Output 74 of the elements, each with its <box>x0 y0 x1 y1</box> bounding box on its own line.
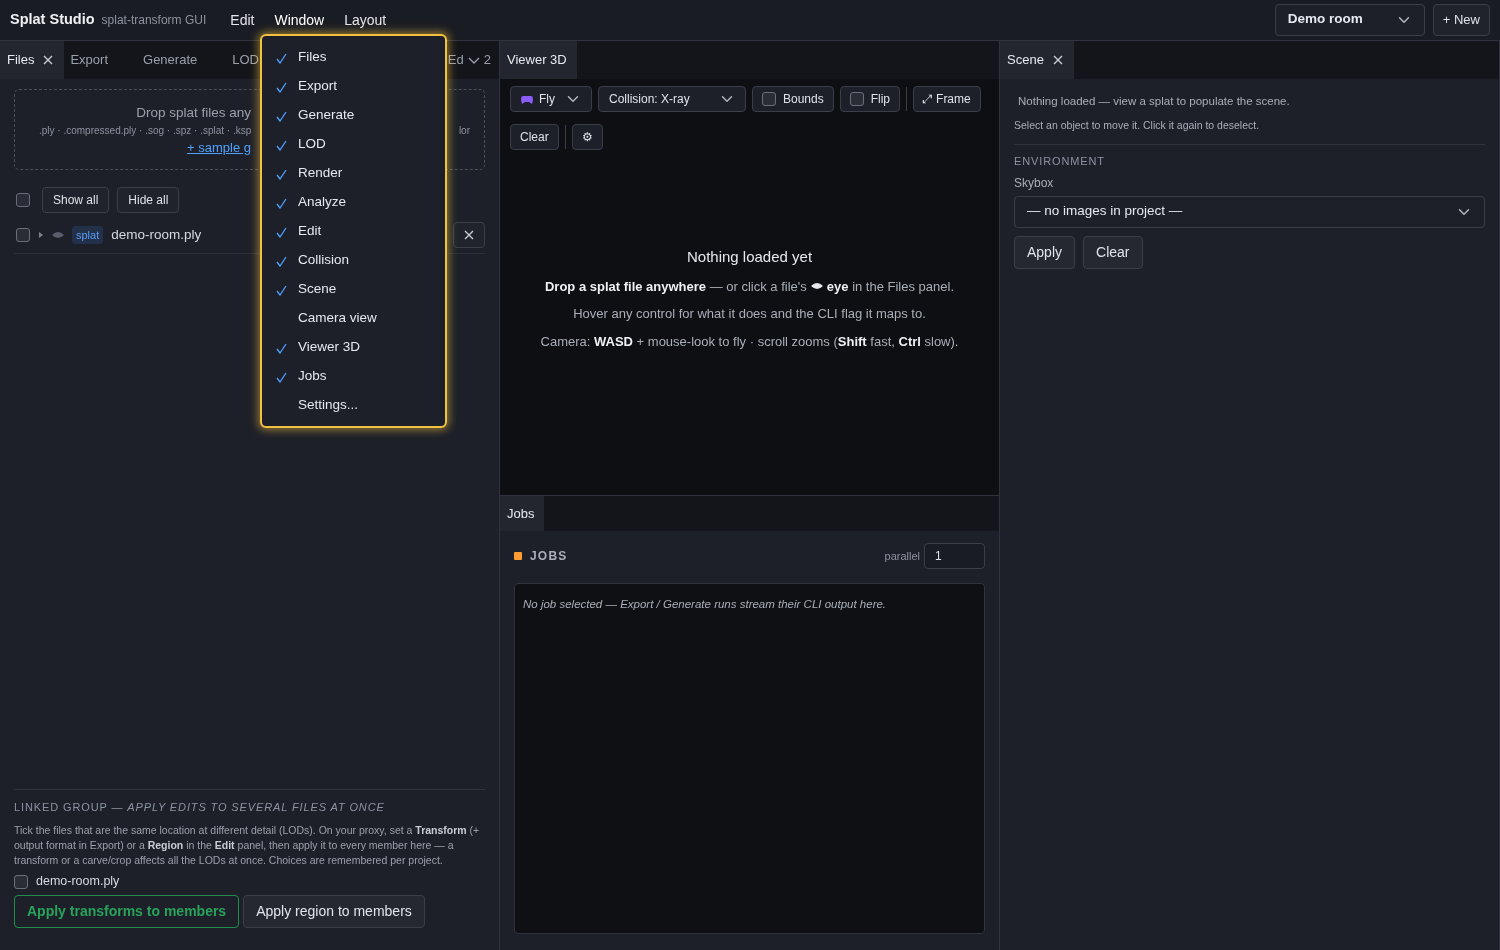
panel-tab[interactable]: Export <box>64 41 138 79</box>
overflow-count: 2 <box>483 51 491 70</box>
clear-button[interactable]: Clear <box>1083 235 1143 269</box>
panel-tab[interactable]: Viewer 3D <box>500 41 577 79</box>
settings-button[interactable]: ⚙ <box>571 124 603 150</box>
hide-all-button[interactable]: Hide all <box>117 187 180 213</box>
menu-item[interactable]: LOD <box>262 130 445 159</box>
panel-tab[interactable]: Ed <box>447 50 464 70</box>
collision-select[interactable]: Collision: X-ray <box>598 86 746 112</box>
menu-item[interactable]: Layout <box>334 9 397 31</box>
description: Tick the files that are the same location at different detail (LODs). On your proxy, set a Transform (+ output format in Export) or a Region in the Edit panel, then apply it to every member here — a transform or a carve/crop affects all the LODs at once. Choices are remembered per project. <box>14 823 481 869</box>
section-heading: LINKED GROUP — APPLY EDITS TO SEVERAL FILES AT ONCE <box>14 799 386 815</box>
panel-tab[interactable]: Files <box>0 41 65 79</box>
field-label: Skybox <box>1014 174 1055 192</box>
new-button[interactable]: + New <box>1432 4 1490 36</box>
app-subtitle: splat-transform GUI <box>101 12 207 29</box>
menu-item[interactable]: Window <box>264 9 335 31</box>
apply-region-button[interactable]: Apply region to members <box>243 895 425 928</box>
menu-item[interactable]: Generate <box>262 101 445 130</box>
eye-icon <box>810 282 823 291</box>
expand-icon <box>38 232 44 238</box>
menu-item[interactable]: Settings... <box>262 391 445 420</box>
file-type-tag: splat <box>72 225 104 245</box>
section-heading: ENVIRONMENT <box>1014 154 1106 169</box>
menu-item[interactable]: Edit <box>220 9 265 31</box>
hint-text: Camera: WASD + mouse-look to fly · scroll zooms (Shift fast, Ctrl slow). <box>540 332 959 351</box>
frame-button[interactable]: ⤢ Frame <box>913 86 981 112</box>
show-all-button[interactable]: Show all <box>42 187 110 213</box>
file-name: demo-room.ply <box>111 225 202 244</box>
project-select[interactable]: Demo room <box>1274 4 1425 36</box>
parallel-field[interactable]: 1 <box>924 543 985 569</box>
panel-tab[interactable]: Generate <box>137 41 227 79</box>
checkbox[interactable] <box>762 92 776 106</box>
format-list: .ply · .compressed.ply · .sog · .spz · .splat · .ksp <box>39 123 252 139</box>
menu-item[interactable]: Files <box>262 43 445 72</box>
app-title: Splat Studio <box>10 10 95 30</box>
empty-title: Nothing loaded yet <box>686 247 813 267</box>
panel-tab[interactable]: Scene <box>1000 41 1074 79</box>
clear-button[interactable]: Clear <box>510 123 559 150</box>
toggle-button[interactable]: Bounds <box>752 86 834 112</box>
format-list: lor <box>458 123 470 139</box>
gamepad-icon <box>521 94 533 104</box>
skybox-select[interactable]: — no images in project — <box>1014 195 1485 228</box>
hint-text: eye in the Files panel. <box>826 277 955 296</box>
select-all-checkbox[interactable] <box>16 193 30 207</box>
remove-button[interactable] <box>453 222 485 248</box>
sample-link[interactable]: + sample g <box>187 138 251 158</box>
menu-item[interactable]: Collision <box>262 246 445 275</box>
close-icon <box>463 229 475 241</box>
member-checkbox[interactable] <box>14 874 28 889</box>
checkbox[interactable] <box>849 92 864 106</box>
field-label: parallel <box>884 548 920 564</box>
menu-item[interactable]: Camera view <box>262 304 445 333</box>
menu-item[interactable]: Analyze <box>262 188 445 217</box>
menu-item[interactable]: Jobs <box>262 362 445 391</box>
menu-item[interactable]: Viewer 3D <box>262 333 445 362</box>
drop-zone-title: Drop splat files any <box>136 104 251 122</box>
section-heading: JOBS <box>530 548 568 565</box>
menu-item[interactable]: Scene <box>262 275 445 304</box>
mode-select[interactable]: Fly <box>510 86 592 112</box>
status-text: Nothing loaded — view a splat to populate the scene. <box>1018 94 1291 109</box>
file-checkbox[interactable] <box>16 228 30 242</box>
hint-text: Hover any control for what it does and the CLI flag it maps to. <box>573 305 926 323</box>
eye-icon <box>52 231 64 239</box>
member-name: demo-room.ply <box>36 873 120 891</box>
hint-text: Drop a splat file anywhere — or click a file's <box>544 277 807 296</box>
close-icon <box>1051 54 1064 66</box>
menu-item[interactable]: Edit <box>262 217 445 246</box>
hint-text: Select an object to move it. Click it again to deselect. <box>1014 118 1485 145</box>
output-message: No job selected — Export / Generate runs stream their CLI output here. <box>523 598 887 610</box>
apply-button[interactable]: Apply <box>1014 235 1076 269</box>
panel-tab[interactable]: Jobs <box>500 496 545 531</box>
toggle-button[interactable]: Flip <box>839 86 901 112</box>
apply-transforms-button[interactable]: Apply transforms to members <box>14 895 240 928</box>
